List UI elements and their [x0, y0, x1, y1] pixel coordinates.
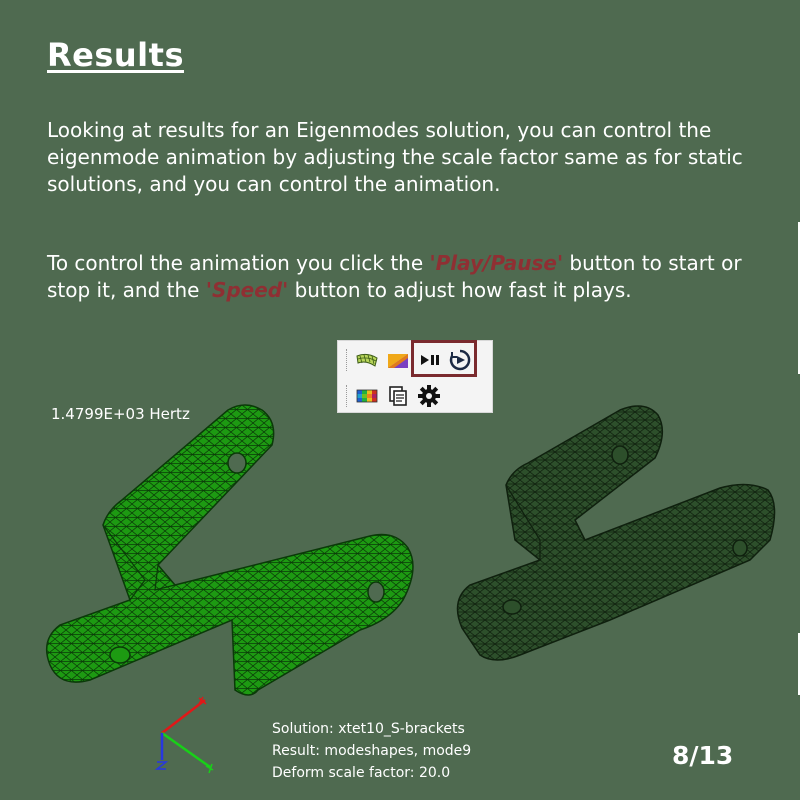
deformed-bracket-model: [45, 404, 414, 696]
bracket-models: [45, 404, 776, 774]
original-bracket-model: [456, 405, 776, 661]
y-axis-line: [161, 731, 211, 769]
deform-scale-line: Deform scale factor: 20.0: [272, 765, 451, 781]
page-number: 8/13: [672, 741, 734, 770]
solution-line: Solution: xtet10_S-brackets: [272, 721, 465, 737]
solution-info: Solution: xtet10_S-brackets Result: mode…: [272, 718, 471, 784]
result-line: Result: modeshapes, mode9: [272, 743, 472, 759]
axis-triad: [154, 696, 214, 774]
x-axis-line: [161, 699, 206, 734]
